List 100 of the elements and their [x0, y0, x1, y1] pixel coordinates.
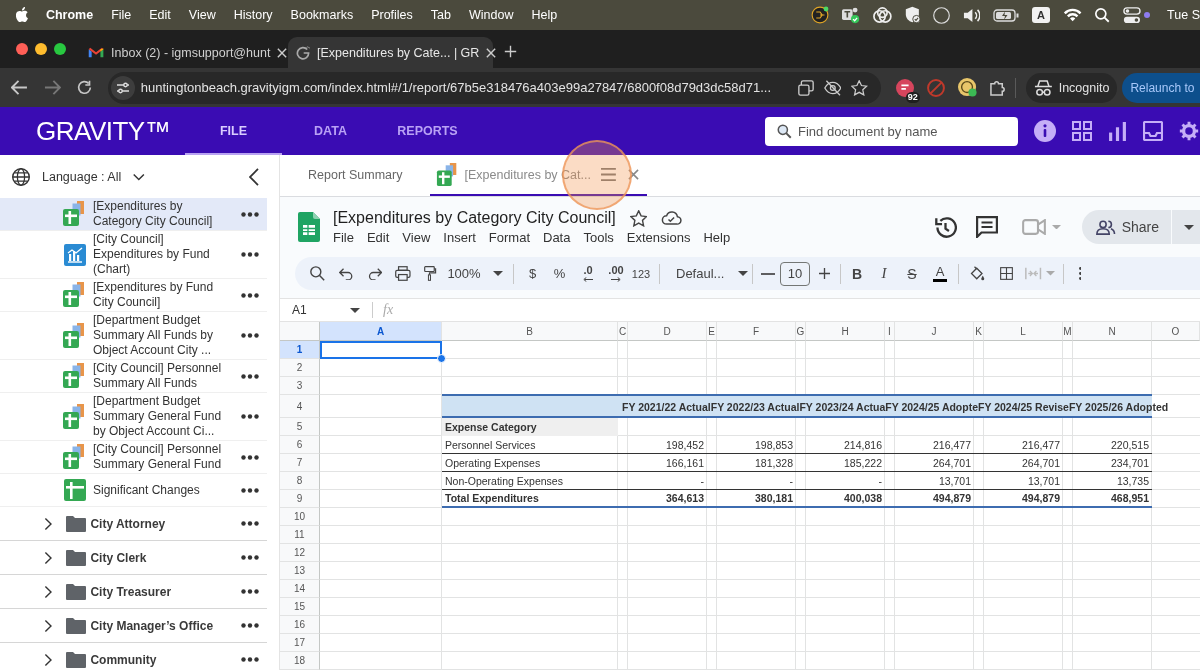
language-select[interactable]: Language : All: [42, 169, 145, 184]
more-icon[interactable]: [241, 487, 259, 493]
incognito-button[interactable]: Incognito: [1025, 72, 1118, 103]
menu-item[interactable]: Help: [531, 8, 558, 22]
chevron-right-icon[interactable]: [44, 618, 53, 633]
sidebar-item[interactable]: [Department Budget Summary General Fund by Object Account Ci...: [0, 393, 267, 441]
menu-item[interactable]: Window: [469, 8, 514, 22]
decrease-decimals-button[interactable]: .0: [583, 265, 593, 282]
menu-item[interactable]: Bookmarks: [290, 8, 354, 22]
more-icon[interactable]: [241, 414, 259, 419]
plus-icon[interactable]: [818, 268, 830, 279]
row-number[interactable]: 7: [280, 454, 320, 472]
caret-icon[interactable]: [350, 307, 360, 313]
row-number[interactable]: 18: [280, 652, 320, 670]
menu-item[interactable]: Profiles: [371, 8, 413, 22]
menu-item[interactable]: Help: [703, 230, 731, 246]
more-icon[interactable]: [241, 252, 259, 257]
copy-tab-icon[interactable]: [797, 79, 814, 96]
column-letter[interactable]: N: [1073, 322, 1152, 341]
eye-slash-icon[interactable]: [823, 79, 842, 96]
caret-icon[interactable]: [1184, 224, 1194, 230]
redo-icon[interactable]: [367, 267, 383, 280]
menu-item[interactable]: Tools: [583, 230, 614, 246]
settings-icon[interactable]: [1179, 121, 1199, 141]
more-vertical-icon[interactable]: [1078, 267, 1082, 280]
more-icon[interactable]: [241, 589, 259, 594]
printer-icon[interactable]: [395, 266, 411, 281]
close-icon[interactable]: [277, 47, 288, 58]
fill-handle[interactable]: [437, 354, 446, 363]
chevron-right-icon[interactable]: [44, 584, 53, 599]
puzzle-icon[interactable]: [989, 79, 1005, 96]
zoom-select[interactable]: 100%: [447, 266, 503, 281]
volume-icon[interactable]: [963, 7, 980, 23]
menu-item[interactable]: History: [233, 8, 273, 22]
chevron-right-icon[interactable]: [44, 550, 53, 565]
row-number[interactable]: 10: [280, 508, 320, 526]
menu-item[interactable]: View: [188, 8, 216, 22]
window-minimize-button[interactable]: [35, 43, 47, 55]
wifi-icon[interactable]: [1062, 8, 1083, 22]
menu-item[interactable]: Tab: [430, 8, 451, 22]
history-icon[interactable]: [934, 215, 958, 239]
more-icon[interactable]: [241, 292, 259, 298]
borders-icon[interactable]: [999, 267, 1013, 280]
window-zoom-button[interactable]: [54, 43, 66, 55]
merge-cells-icon[interactable]: [1025, 267, 1042, 280]
nav-tab[interactable]: DATA: [282, 107, 379, 155]
column-letter[interactable]: D: [628, 322, 707, 341]
site-settings-icon[interactable]: [110, 75, 135, 100]
menu-item[interactable]: Edit: [366, 230, 390, 246]
grid-icon[interactable]: [1072, 121, 1092, 141]
row-number[interactable]: 9: [280, 490, 320, 508]
reload-icon[interactable]: [76, 80, 92, 95]
folder-row[interactable]: City Clerk: [0, 541, 267, 575]
percent-format-button[interactable]: %: [553, 261, 566, 286]
more-icon[interactable]: [241, 333, 259, 338]
italic-button[interactable]: I: [881, 261, 887, 286]
row-number[interactable]: 6: [280, 436, 320, 454]
sidebar-item[interactable]: Significant Changes: [0, 474, 267, 507]
chevron-right-icon[interactable]: [44, 652, 53, 667]
sidebar-item[interactable]: [Department Budget Summary All Funds by Object Account City ...: [0, 312, 267, 360]
column-letter[interactable]: I: [885, 322, 895, 341]
menu-item[interactable]: Insert: [443, 230, 476, 246]
name-box[interactable]: A1: [292, 303, 350, 317]
menu-item[interactable]: Format: [488, 230, 530, 246]
menu-icon[interactable]: [600, 168, 616, 181]
sidebar-item[interactable]: [City Council] Personnel Summary All Funds: [0, 360, 267, 393]
row-number[interactable]: 16: [280, 616, 320, 634]
row-number[interactable]: 11: [280, 526, 320, 544]
menu-item[interactable]: View: [402, 230, 431, 246]
back-arrow-icon[interactable]: [11, 80, 28, 95]
menu-item[interactable]: Extensions: [626, 230, 691, 246]
row-number[interactable]: 15: [280, 598, 320, 616]
font-select[interactable]: Defaul...: [666, 266, 749, 281]
row-number[interactable]: 14: [280, 580, 320, 598]
circuit-badge-icon[interactable]: [810, 6, 829, 24]
paint-format-icon[interactable]: [424, 266, 437, 281]
menu-item[interactable]: File: [333, 230, 354, 246]
shield-check-icon[interactable]: [904, 6, 921, 24]
number-format-button[interactable]: 123: [631, 261, 651, 286]
window-close-button[interactable]: [16, 43, 28, 55]
sidebar-item[interactable]: [Expenditures by Fund City Council]: [0, 279, 267, 312]
battery-charging-icon[interactable]: [992, 8, 1019, 22]
font-size-field[interactable]: 10: [780, 261, 810, 286]
text-color-button[interactable]: A: [932, 265, 948, 282]
sidebar-item[interactable]: [City Council] Expenditures by Fund (Chart): [0, 231, 267, 279]
folder-row[interactable]: Community: [0, 643, 267, 670]
chat-app-icon[interactable]: [841, 6, 860, 24]
row-number[interactable]: 1: [280, 341, 320, 359]
round-extension-icon[interactable]: [957, 78, 977, 97]
paint-bucket-icon[interactable]: [969, 266, 985, 281]
chevron-down-icon[interactable]: [133, 172, 145, 181]
nav-tab[interactable]: REPORTS: [379, 107, 476, 155]
bar-chart-icon[interactable]: [1108, 121, 1127, 141]
input-source-indicator[interactable]: A: [1031, 7, 1050, 23]
row-number[interactable]: 2: [280, 359, 320, 377]
row-number[interactable]: 8: [280, 472, 320, 490]
forward-arrow-icon[interactable]: [43, 80, 61, 95]
more-icon[interactable]: [241, 521, 259, 526]
folder-row[interactable]: City Manager’s Office: [0, 609, 267, 643]
close-icon[interactable]: [486, 47, 497, 58]
